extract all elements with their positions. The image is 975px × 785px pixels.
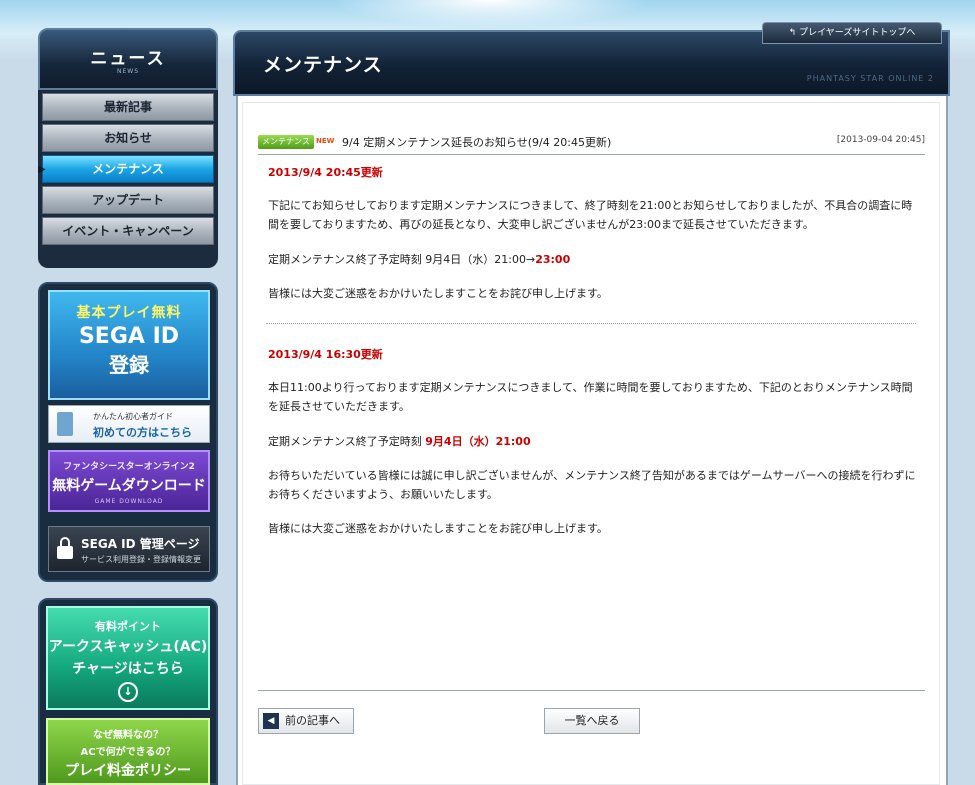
back-to-list-button[interactable]: 一覧へ戻る [544,708,640,734]
back-arrow-icon: ↰ [788,28,800,38]
download-line2: 無料ゲームダウンロード [52,478,206,494]
update1-apology: 皆様には大変ご迷惑をおかけいたしますことをお詫び申し上げます。 [268,287,608,300]
sidebar-item-updates[interactable]: アップデート [42,186,214,214]
update2-schedule-time: 9月4日（水）21:00 [425,435,531,448]
news-title: ニュース [90,49,166,69]
prev-article-label: 前の記事へ [285,714,340,727]
lock-icon [57,537,73,559]
update1-schedule-new: 23:00 [535,253,571,266]
ac-line2: アークスキャッシュ(AC) [48,639,208,655]
section-divider [266,323,916,324]
download-arrow-icon: ↓ [118,682,138,702]
policy-line3: プレイ料金ポリシー [65,763,191,779]
sidebar-item-notices[interactable]: お知らせ [42,124,214,152]
free-play-line2: SEGA ID [78,324,180,349]
players-site-top-link[interactable]: ↰ プレイヤーズサイトトップへ [762,22,942,44]
policy-line2: ACで何ができるの？ [80,747,176,758]
news-menu: 最新記事 お知らせ メンテナンス アップデート イベント・キャンペーン [38,90,218,268]
post-date: [2013-09-04 20:45] [836,135,925,145]
sidebar-item-events[interactable]: イベント・キャンペーン [42,217,214,245]
news-header: ニュース NEWS [38,28,218,90]
update2-schedule-prefix: 定期メンテナンス終了予定時刻 [268,435,426,448]
maintenance-tag: メンテナンス [258,135,314,149]
download-line1: ファンタシースターオンライン2 [63,462,195,472]
sega-id-line2: サービス利用登録・登録情報変更 [81,555,201,564]
prev-article-button[interactable]: ◀ 前の記事へ [258,708,354,734]
new-badge: NEW [316,137,335,145]
guide-big-text: 初めての方はこちら [93,426,192,439]
download-line3: GAME DOWNLOAD [94,498,164,505]
sega-id-manage-banner[interactable]: SEGA ID 管理ページ サービス利用登録・登録情報変更 [48,526,210,572]
update1-schedule: 定期メンテナンス終了予定時刻 9月4日（水）21:00→23:00 [268,250,918,269]
update2-schedule: 定期メンテナンス終了予定時刻 9月4日（水）21:00 [268,432,918,451]
active-arrow-icon: ▶ [38,164,46,175]
guide-small-text: かんたん初心者ガイド [93,412,173,421]
header-glow [330,0,650,28]
update2-heading: 2013/9/4 16:30更新 [268,348,383,361]
update2-paragraph: 本日11:00より行っております定期メンテナンスにつきまして、作業に時間を要して… [268,381,913,413]
beginner-guide-banner[interactable]: かんたん初心者ガイド 初めての方はこちら [48,405,210,443]
update2-apology: 皆様には大変ご迷惑をおかけいたしますことをお詫び申し上げます。 [268,522,608,535]
post-header: メンテナンス NEW 9/4 定期メンテナンス延長のお知らせ(9/4 20:45… [258,132,925,155]
ac-line3: チャージはこちら [72,661,184,677]
bottom-divider [258,690,925,691]
book-icon [57,412,73,436]
left-arrow-icon: ◀ [263,713,279,729]
post-title: 9/4 定期メンテナンス延長のお知らせ(9/4 20:45更新) [342,136,612,149]
ac-line1: 有料ポイント [95,620,161,633]
sidebar-item-maintenance[interactable]: メンテナンス [42,155,214,183]
play-fee-policy-banner[interactable]: なぜ無料なの？ ACで何ができるの？ プレイ料金ポリシー [46,718,210,785]
free-play-line1: 基本プレイ無料 [76,305,182,321]
free-play-banner[interactable]: 基本プレイ無料 SEGA ID 登録 [48,290,210,400]
page-subtitle: PHANTASY STAR ONLINE 2 [806,74,934,83]
sidebar-item-latest[interactable]: 最新記事 [42,93,214,121]
update1-schedule-prefix: 定期メンテナンス終了予定時刻 9月4日（水）21:00→ [268,253,536,266]
page-title: メンテナンス [263,54,383,76]
sega-id-line1: SEGA ID 管理ページ [81,537,200,551]
ac-charge-banner[interactable]: 有料ポイント アークスキャッシュ(AC) チャージはこちら ↓ [46,606,210,710]
update2-paragraph2: お待ちいただいている皆様には誠に申し訳ございませんが、メンテナンス終了告知がある… [268,469,916,501]
update1-paragraph: 下記にてお知らせしております定期メンテナンスにつきまして、終了時刻を21:00と… [268,199,913,231]
free-play-line3: 登録 [109,353,149,377]
update1-heading: 2013/9/4 20:45更新 [268,166,383,179]
policy-line1: なぜ無料なの？ [93,730,163,741]
news-subtitle: NEWS [116,68,140,75]
game-download-banner[interactable]: ファンタシースターオンライン2 無料ゲームダウンロード GAME DOWNLOA… [48,450,210,512]
top-link-label: プレイヤーズサイトトップへ [799,28,916,38]
